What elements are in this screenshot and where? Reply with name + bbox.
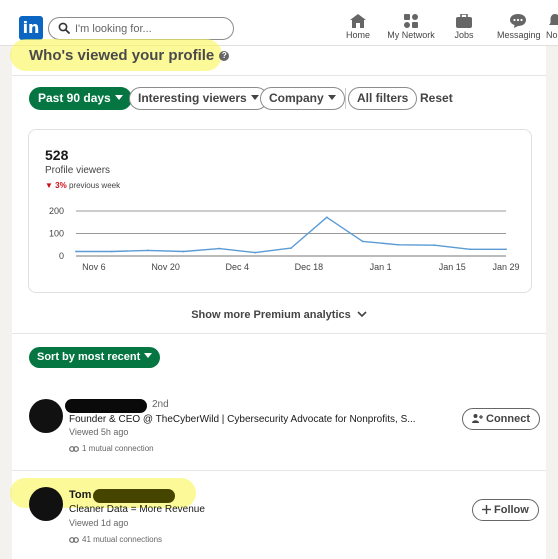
x-tick-label: Jan 29 bbox=[492, 262, 519, 272]
x-tick-label: Jan 1 bbox=[370, 262, 392, 272]
data-point bbox=[325, 216, 328, 219]
viewed-time: Viewed 1d ago bbox=[69, 518, 129, 528]
search-bar[interactable] bbox=[48, 17, 234, 40]
avatar[interactable] bbox=[29, 399, 63, 433]
viewed-time: Viewed 5h ago bbox=[69, 427, 129, 437]
data-point bbox=[110, 250, 113, 253]
page-title: Who's viewed your profile? bbox=[29, 47, 230, 64]
title-divider bbox=[12, 75, 546, 76]
filter-past-90-days[interactable]: Past 90 days bbox=[29, 87, 132, 110]
search-input[interactable] bbox=[75, 20, 225, 37]
profile-viewers-chart: 0 100 200 Nov 6 Nov 20 Dec 4 Dec 18 Jan 1 Jan 15… bbox=[49, 206, 520, 272]
chevron-down-icon bbox=[357, 311, 367, 317]
data-point bbox=[505, 248, 507, 251]
x-tick-label: Jan 15 bbox=[439, 262, 466, 272]
nav-jobs-label: Jobs bbox=[454, 30, 474, 40]
connect-button[interactable]: Connect bbox=[462, 408, 540, 430]
profile-viewers-label: Profile viewers bbox=[45, 165, 111, 176]
data-point bbox=[182, 250, 185, 253]
analytics-card: 528 Profile viewers ▼ 3% previous week 0… bbox=[28, 129, 532, 293]
chevron-down-icon bbox=[250, 95, 259, 100]
data-point bbox=[433, 244, 436, 247]
filter-interesting-viewers[interactable]: Interesting viewers bbox=[129, 87, 268, 110]
weekly-change: ▼ 3% previous week bbox=[45, 181, 120, 190]
weekly-change-value: 3% bbox=[55, 181, 67, 190]
mutual-connections[interactable]: 41 mutual connections bbox=[69, 535, 162, 544]
data-point bbox=[146, 249, 149, 252]
plus-icon bbox=[482, 505, 491, 514]
search-icon bbox=[58, 22, 70, 34]
filter-company[interactable]: Company bbox=[260, 87, 345, 110]
filter-past-90-days-label: Past 90 days bbox=[38, 91, 111, 105]
sort-dropdown-label: Sort by most recent bbox=[37, 351, 141, 363]
connection-degree: 2nd bbox=[152, 399, 169, 410]
viewer-headline[interactable]: Founder & CEO @ TheCyberWild | Cybersecu… bbox=[69, 414, 416, 425]
messaging-icon bbox=[510, 14, 526, 28]
nav-home-label: Home bbox=[345, 30, 370, 40]
show-more-analytics-label: Show more Premium analytics bbox=[191, 309, 351, 321]
mutual-connections-icon bbox=[69, 537, 79, 543]
y-tick-label: 0 bbox=[59, 251, 64, 261]
mutual-connections-text: 1 mutual connection bbox=[82, 444, 154, 453]
filter-interesting-viewers-label: Interesting viewers bbox=[138, 91, 247, 105]
x-tick-label: Nov 20 bbox=[151, 262, 180, 272]
y-tick-label: 200 bbox=[49, 206, 64, 216]
nav-notifications[interactable]: No bbox=[546, 14, 558, 44]
nav-messaging-label: Messaging bbox=[497, 30, 541, 40]
analytics-divider bbox=[12, 333, 546, 334]
x-tick-label: Dec 4 bbox=[225, 262, 249, 272]
x-tick-label: Nov 6 bbox=[82, 262, 106, 272]
reset-button[interactable]: Reset bbox=[420, 91, 453, 105]
page-title-text: Who's viewed your profile bbox=[29, 47, 215, 64]
bell-icon bbox=[549, 14, 558, 25]
mutual-connections-text: 41 mutual connections bbox=[82, 535, 163, 544]
viewer-headline[interactable]: Cleaner Data = More Revenue bbox=[69, 504, 205, 515]
help-icon[interactable]: ? bbox=[219, 51, 230, 61]
mutual-connections-icon bbox=[69, 446, 79, 452]
nav-messaging[interactable]: Messaging bbox=[497, 14, 541, 44]
nav-jobs[interactable]: Jobs bbox=[450, 14, 478, 44]
linkedin-logo[interactable]: in bbox=[19, 16, 43, 40]
down-arrow-icon: ▼ bbox=[45, 181, 53, 190]
home-icon bbox=[350, 14, 366, 28]
data-point bbox=[290, 247, 292, 250]
sort-dropdown[interactable]: Sort by most recent bbox=[29, 347, 161, 368]
network-icon bbox=[404, 14, 418, 28]
weekly-change-text: previous week bbox=[68, 181, 121, 190]
y-tick-label: 100 bbox=[49, 229, 64, 239]
nav-my-network[interactable]: My Network bbox=[386, 14, 436, 44]
add-person-icon bbox=[472, 414, 483, 423]
chevron-down-icon bbox=[144, 353, 153, 358]
show-more-analytics-link[interactable]: Show more Premium analytics bbox=[0, 309, 558, 321]
chevron-down-icon bbox=[327, 95, 336, 100]
filter-separator bbox=[345, 88, 346, 109]
x-tick-label: Dec 18 bbox=[295, 262, 324, 272]
data-point bbox=[254, 251, 257, 254]
redacted-name bbox=[65, 399, 147, 413]
profile-viewers-page: in Home My Network bbox=[0, 0, 558, 559]
data-point bbox=[397, 243, 400, 246]
chevron-down-icon bbox=[114, 95, 123, 100]
follow-button[interactable]: Follow bbox=[472, 499, 539, 521]
follow-button-label: Follow bbox=[494, 504, 529, 516]
all-filters-label: All filters bbox=[357, 91, 409, 105]
avatar[interactable] bbox=[29, 487, 63, 521]
all-filters-button[interactable]: All filters bbox=[348, 87, 418, 110]
filter-company-label: Company bbox=[269, 91, 324, 105]
redacted-name bbox=[93, 489, 175, 503]
viewer-name[interactable]: Tom bbox=[69, 489, 91, 501]
connect-button-label: Connect bbox=[486, 413, 530, 425]
profile-viewers-count: 528 bbox=[45, 147, 69, 163]
mutual-connections[interactable]: 1 mutual connection bbox=[69, 444, 154, 453]
data-point bbox=[75, 250, 77, 253]
nav-home[interactable]: Home bbox=[341, 14, 375, 44]
nav-my-network-label: My Network bbox=[387, 30, 435, 40]
data-point bbox=[361, 240, 364, 243]
briefcase-icon bbox=[456, 14, 472, 28]
nav-notifications-label: No bbox=[546, 30, 558, 40]
data-point bbox=[218, 247, 221, 250]
viewer-divider bbox=[12, 470, 546, 471]
data-point bbox=[469, 248, 472, 251]
